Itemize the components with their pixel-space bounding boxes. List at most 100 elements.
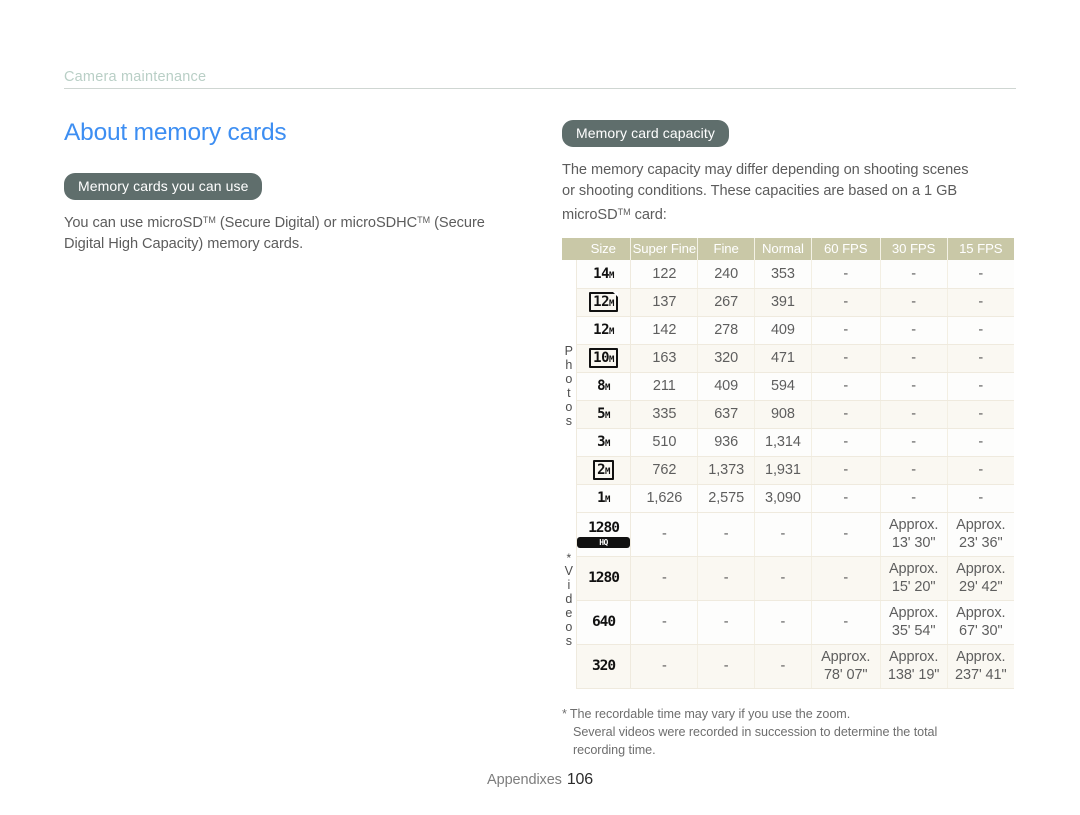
cell-super-fine: 211: [630, 372, 699, 401]
row-group-label-photos: Photos: [562, 260, 577, 512]
cell-fine: 2,575: [697, 484, 756, 513]
table-row: 640- - - - Approx. 35' 54" Approx. 67' 30": [562, 600, 1014, 645]
cell-15-fps: Approx. 23' 36": [947, 511, 1014, 557]
page-footer: Appendixes 106: [0, 771, 1080, 789]
table-row: 2M 762 1,373 1,931- - -: [562, 456, 1014, 485]
cell-15-fps: -: [947, 484, 1014, 513]
running-header-text: Camera maintenance: [64, 69, 207, 85]
cell-60-fps: -: [811, 344, 881, 373]
cell-size: 14M: [576, 260, 632, 289]
cell-60-fps: -: [811, 456, 881, 485]
cell-30-fps: -: [880, 344, 948, 373]
column-header-60-fps: 60 FPS: [811, 238, 881, 260]
column-header-super-fine: Super Fine: [630, 238, 699, 260]
cell-normal: 3,090: [754, 484, 812, 513]
cell-60-fps: -: [811, 511, 881, 557]
cell-15-fps: Approx. 67' 30": [947, 600, 1014, 645]
paragraph-text-2: (Secure Digital) or microSDHC: [215, 214, 418, 231]
cell-fine: 637: [697, 400, 756, 429]
cell-15-fps: -: [947, 372, 1014, 401]
table-row: 12M 142 278 409- - -: [562, 316, 1014, 345]
cell-size: 3M: [576, 428, 632, 457]
section-heading-memory-cards-you-can-use: Memory cards you can use: [64, 172, 263, 200]
cell-30-fps: Approx. 138' 19": [880, 644, 948, 689]
cell-60-fps: -: [811, 484, 881, 513]
capacity-table-container: Size Super Fine Fine Normal 60 FPS 30 FP…: [562, 238, 1017, 689]
column-header-fine: Fine: [697, 238, 756, 260]
cell-fine: 1,373: [697, 456, 756, 485]
cell-size: 320: [576, 644, 632, 689]
table-row: * Vi d e o s 1280 HQ - - - - Approx. 13' 30" Approx. 23…: [562, 511, 1014, 688]
cell-60-fps: -: [811, 428, 881, 457]
column-header-30-fps: 30 FPS: [880, 238, 948, 260]
cell-super-fine: 137: [630, 288, 699, 317]
column-header-size: Size: [576, 238, 632, 260]
cell-15-fps: Approx. 237' 41": [947, 644, 1014, 689]
cell-fine: -: [697, 600, 756, 645]
cell-15-fps: Approx. 29' 42": [947, 556, 1014, 601]
cell-size: 12M: [576, 316, 632, 345]
trademark-symbol-2: TM: [417, 214, 431, 225]
trademark-symbol-1: TM: [202, 214, 216, 225]
table-header-row: Size Super Fine Fine Normal 60 FPS 30 FP…: [562, 238, 1014, 260]
cell-size: 1M: [576, 484, 632, 513]
cell-60-fps: -: [811, 372, 881, 401]
cell-60-fps: -: [811, 288, 881, 317]
footer-section-label: Appendixes: [487, 772, 562, 788]
cell-normal: 1,314: [754, 428, 812, 457]
column-header-normal: Normal: [754, 238, 812, 260]
footnote-asterisk: *: [562, 706, 567, 721]
cell-30-fps: -: [880, 288, 948, 317]
paragraph-text-4: Digital High Capacity) memory cards.: [64, 235, 304, 252]
cell-normal: -: [754, 644, 812, 689]
cell-super-fine: 122: [630, 260, 699, 289]
cell-fine: -: [697, 556, 756, 601]
cell-super-fine: 762: [630, 456, 699, 485]
cell-size: 8M: [576, 372, 632, 401]
cell-60-fps: -: [811, 316, 881, 345]
footnote-line-3: recording time.: [573, 742, 656, 757]
table-footnote: * The recordable time may vary if you use…: [562, 705, 1017, 759]
cell-60-fps: -: [811, 400, 881, 429]
cell-size: 5M: [576, 400, 632, 429]
table-body: Ph o t o s 14M 122 240 353- - -12M 137 267 391- - -12M 1…: [562, 260, 1014, 689]
cell-normal: 409: [754, 316, 812, 345]
table-row: 1M 1,626 2,575 3,090- - -: [562, 484, 1014, 513]
cell-super-fine: 163: [630, 344, 699, 373]
cell-size: 12M: [576, 288, 632, 317]
cell-30-fps: -: [880, 456, 948, 485]
table-row: 5M 335 637 908- - -: [562, 400, 1014, 429]
cell-normal: -: [754, 511, 812, 557]
cell-15-fps: -: [947, 288, 1014, 317]
intro-line-3b: card:: [630, 207, 667, 223]
cell-fine: 240: [697, 260, 756, 289]
cell-fine: 936: [697, 428, 756, 457]
cell-normal: 908: [754, 400, 812, 429]
paragraph-text-1: You can use microSD: [64, 214, 203, 231]
column-header-15-fps: 15 FPS: [947, 238, 1014, 260]
cell-normal: -: [754, 556, 812, 601]
table-row: Ph o t o s 14M 122 240 353- - -: [562, 260, 1014, 512]
cell-size: 640: [576, 600, 632, 645]
cell-30-fps: Approx. 35' 54": [880, 600, 948, 645]
cell-normal: 391: [754, 288, 812, 317]
capacity-intro-paragraph: The memory capacity may differ depending…: [562, 160, 1017, 226]
cell-30-fps: -: [880, 316, 948, 345]
memory-card-capacity-table: Size Super Fine Fine Normal 60 FPS 30 FP…: [562, 238, 1014, 689]
page-title: About memory cards: [64, 119, 287, 146]
left-column: About memory cards Memory cards you can …: [64, 119, 534, 255]
intro-line-3a: microSD: [562, 207, 618, 223]
cell-30-fps: -: [880, 260, 948, 289]
section-heading-memory-card-capacity: Memory card capacity: [562, 120, 729, 147]
table-row: 3M 510 936 1,314- - -: [562, 428, 1014, 457]
cell-15-fps: -: [947, 344, 1014, 373]
cell-30-fps: Approx. 15' 20": [880, 556, 948, 601]
cell-normal: 471: [754, 344, 812, 373]
cell-size: 2M: [576, 456, 632, 485]
cell-15-fps: -: [947, 400, 1014, 429]
table-row: 8M 211 409 594- - -: [562, 372, 1014, 401]
cell-fine: 267: [697, 288, 756, 317]
running-header: Camera maintenance: [64, 70, 1016, 89]
table-header: Size Super Fine Fine Normal 60 FPS 30 FP…: [562, 238, 1014, 260]
cell-normal: 353: [754, 260, 812, 289]
